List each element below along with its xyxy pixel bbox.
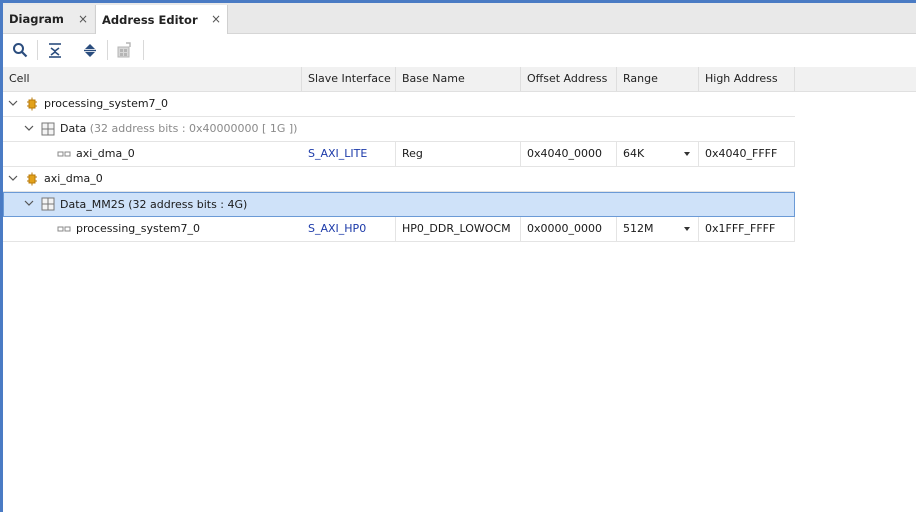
table-row[interactable]: processing_system7_0 S_AXI_HP0 HP0_DDR_L… <box>3 217 795 242</box>
cell-name: axi_dma_0 <box>44 172 103 185</box>
toolbar-separator <box>37 40 38 60</box>
close-icon[interactable]: × <box>211 12 221 26</box>
auto-assign-icon <box>117 42 131 58</box>
dropdown-arrow-icon[interactable] <box>684 152 690 156</box>
column-header-base-name[interactable]: Base Name <box>396 67 521 91</box>
tab-bar: Diagram × Address Editor × <box>3 3 916 34</box>
cell-name: Data <box>60 122 87 135</box>
tab-address-editor-label: Address Editor <box>102 12 198 27</box>
address-editor-window: Diagram × Address Editor × Cell Slave In… <box>0 0 916 512</box>
auto-assign-button[interactable] <box>114 40 134 60</box>
column-header-cell[interactable]: Cell <box>3 67 302 91</box>
close-icon[interactable]: × <box>78 12 88 26</box>
high-address-cell: 0x4040_FFFF <box>699 142 795 166</box>
slave-interface-cell[interactable]: S_AXI_HP0 <box>302 217 396 241</box>
column-header-high-address[interactable]: High Address <box>699 67 795 91</box>
table-row-selected[interactable]: Data_MM2S (32 address bits : 4G) <box>3 192 795 217</box>
expand-all-icon <box>84 44 96 57</box>
range-value: 512M <box>623 222 654 235</box>
base-name-cell: HP0_DDR_LOWOCM <box>396 217 521 241</box>
address-space-icon <box>41 122 55 136</box>
address-space-icon <box>41 197 55 211</box>
expand-all-button[interactable] <box>80 40 100 60</box>
collapse-all-button[interactable] <box>45 40 65 60</box>
cell-name: Data_MM2S (32 address bits : 4G) <box>60 198 248 211</box>
slave-segment-icon <box>57 226 71 232</box>
range-value: 64K <box>623 147 645 160</box>
tab-diagram[interactable]: Diagram × <box>3 5 94 33</box>
toolbar-separator <box>107 40 108 60</box>
table-row[interactable]: processing_system7_0 <box>3 92 795 117</box>
tab-address-editor[interactable]: Address Editor × <box>95 5 228 34</box>
column-header-offset-address[interactable]: Offset Address <box>521 67 617 91</box>
collapse-all-icon <box>49 43 61 58</box>
range-dropdown[interactable]: 512M <box>617 217 699 241</box>
table-header: Cell Slave Interface Base Name Offset Ad… <box>3 67 916 92</box>
chevron-down-icon[interactable] <box>8 98 18 108</box>
table-row[interactable]: Data (32 address bits : 0x40000000 [ 1G … <box>3 117 795 142</box>
toolbar <box>3 34 916 66</box>
table-row[interactable]: axi_dma_0 S_AXI_LITE Reg 0x4040_0000 64K… <box>3 142 795 167</box>
search-icon <box>13 43 28 58</box>
dropdown-arrow-icon[interactable] <box>684 227 690 231</box>
cell-name: processing_system7_0 <box>44 97 169 110</box>
table-row[interactable]: axi_dma_0 <box>3 167 795 192</box>
base-name-cell: Reg <box>396 142 521 166</box>
chevron-down-icon[interactable] <box>24 198 34 208</box>
cell-name: processing_system7_0 <box>76 222 201 235</box>
tab-diagram-label: Diagram <box>9 12 64 26</box>
high-address-cell: 0x1FFF_FFFF <box>699 217 795 241</box>
chevron-down-icon[interactable] <box>8 173 18 183</box>
processor-icon <box>27 172 37 186</box>
slave-segment-icon <box>57 151 71 157</box>
slave-interface-cell[interactable]: S_AXI_LITE <box>302 142 396 166</box>
address-space-detail: (32 address bits : 0x40000000 [ 1G ]) <box>89 122 298 135</box>
search-button[interactable] <box>10 40 30 60</box>
column-header-slave-interface[interactable]: Slave Interface <box>302 67 396 91</box>
chevron-down-icon[interactable] <box>24 123 34 133</box>
range-dropdown[interactable]: 64K <box>617 142 699 166</box>
column-header-range[interactable]: Range <box>617 67 699 91</box>
toolbar-separator <box>143 40 144 60</box>
cell-name: axi_dma_0 <box>76 147 135 160</box>
offset-address-cell[interactable]: 0x0000_0000 <box>521 217 617 241</box>
processor-icon <box>27 97 37 111</box>
offset-address-cell[interactable]: 0x4040_0000 <box>521 142 617 166</box>
